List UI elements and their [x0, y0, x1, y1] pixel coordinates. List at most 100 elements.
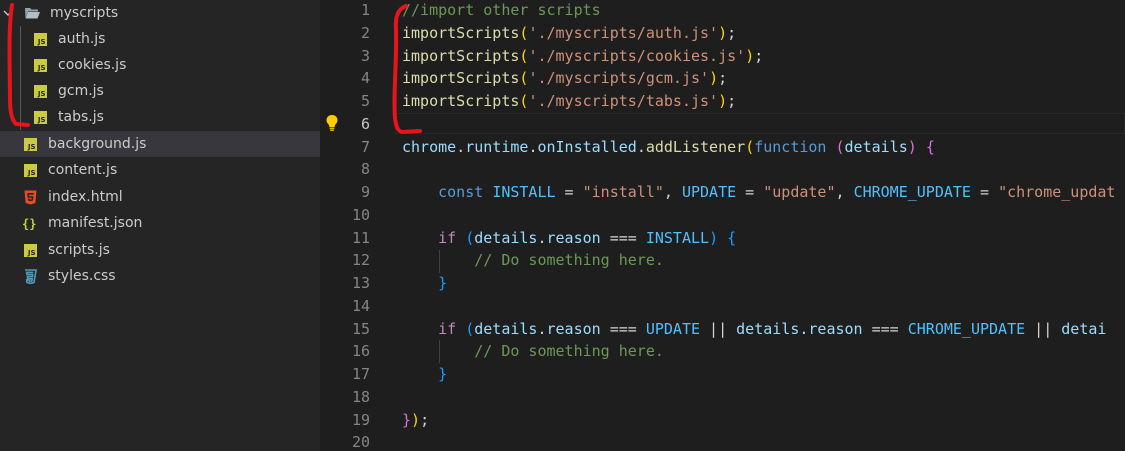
- code-line[interactable]: 1 //import other scripts: [320, 0, 1125, 22]
- file-auth-js[interactable]: JS auth.js: [0, 26, 320, 52]
- code-line[interactable]: 9 const INSTALL = "install", UPDATE = "u…: [320, 181, 1125, 204]
- code-line[interactable]: 10: [320, 204, 1125, 227]
- folder-myscripts[interactable]: myscripts: [0, 0, 320, 26]
- code-line[interactable]: 7 chrome.runtime.onInstalled.addListener(…: [320, 136, 1125, 159]
- line-number: 2: [360, 24, 370, 42]
- code-line[interactable]: 4 importScripts('./myscripts/gcm.js');: [320, 67, 1125, 90]
- line-number: 10: [351, 206, 370, 224]
- code-editor[interactable]: 1//import other scripts 2 importScripts('.…: [320, 0, 1125, 451]
- code-token: ): [709, 229, 719, 247]
- json-file-icon: {}: [22, 215, 38, 231]
- line-number: 5: [360, 92, 370, 110]
- line-number: 13: [351, 274, 370, 292]
- code-token: if: [438, 320, 457, 338]
- line-number: 7: [360, 138, 370, 156]
- code-token: {: [925, 138, 935, 156]
- code-text: }: [402, 363, 447, 386]
- code-line[interactable]: 15 if (details.reason === UPDATE || deta…: [320, 318, 1125, 341]
- code-token: }: [438, 365, 448, 383]
- code-text: importScripts('./myscripts/tabs.js');: [402, 90, 736, 113]
- code-line[interactable]: 13 }: [320, 272, 1125, 295]
- code-token: if: [438, 229, 457, 247]
- code-token: reason: [546, 229, 601, 247]
- code-token: importScripts: [402, 24, 520, 42]
- file-background-js[interactable]: JS background.js: [0, 131, 320, 157]
- code-token: "update": [763, 183, 836, 201]
- code-token: (: [465, 320, 475, 338]
- code-text: //import other scripts: [402, 0, 601, 22]
- code-token: "install": [582, 183, 664, 201]
- code-token: addListener: [645, 138, 746, 156]
- file-label: scripts.js: [48, 242, 110, 258]
- code-line[interactable]: 17 }: [320, 363, 1125, 386]
- code-line[interactable]: 14: [320, 295, 1125, 318]
- code-line[interactable]: 16 // Do something here.: [320, 340, 1125, 363]
- code-line[interactable]: 20: [320, 431, 1125, 451]
- code-line[interactable]: 5 importScripts('./myscripts/tabs.js');: [320, 90, 1125, 113]
- code-line[interactable]: 12 // Do something here.: [320, 249, 1125, 272]
- javascript-file-icon: JS: [32, 83, 48, 99]
- file-scripts-js[interactable]: JS scripts.js: [0, 237, 320, 263]
- javascript-file-icon: JS: [32, 57, 48, 73]
- code-token: .: [537, 229, 547, 247]
- code-line[interactable]: 6: [320, 113, 1125, 136]
- line-number: 20: [351, 433, 370, 451]
- code-line[interactable]: 18: [320, 386, 1125, 409]
- html-file-icon: [22, 189, 38, 205]
- code-text: // Do something here.: [402, 340, 664, 363]
- code-token: CHROME_UPDATE: [853, 183, 971, 201]
- chevron-down-icon[interactable]: [2, 7, 14, 19]
- file-label: cookies.js: [58, 57, 127, 73]
- line-number: 17: [351, 365, 370, 383]
- javascript-file-icon: JS: [32, 109, 48, 125]
- code-token: (: [835, 138, 845, 156]
- code-token: UPDATE: [645, 320, 701, 338]
- file-tabs-js[interactable]: JS tabs.js: [0, 104, 320, 130]
- file-manifest-json[interactable]: {} manifest.json: [0, 210, 320, 236]
- line-number: 11: [351, 229, 370, 247]
- code-token: reason: [546, 320, 601, 338]
- file-label: tabs.js: [58, 109, 104, 125]
- line-number: 9: [360, 183, 370, 201]
- file-content-js[interactable]: JS content.js: [0, 157, 320, 183]
- file-label: content.js: [48, 162, 118, 178]
- code-token: CHROME_UPDATE: [907, 320, 1026, 338]
- code-token: './myscripts/tabs.js': [528, 92, 719, 110]
- file-styles-css[interactable]: styles.css: [0, 263, 320, 289]
- code-token: ;: [727, 24, 737, 42]
- code-text: importScripts('./myscripts/gcm.js');: [402, 67, 727, 90]
- code-line[interactable]: 11 if (details.reason === INSTALL) {: [320, 227, 1125, 250]
- code-token: details: [736, 320, 800, 338]
- code-token: =: [970, 183, 999, 201]
- code-text: });: [402, 409, 429, 432]
- code-token: details: [474, 229, 538, 247]
- file-gcm-js[interactable]: JS gcm.js: [0, 78, 320, 104]
- code-line[interactable]: 19});: [320, 409, 1125, 432]
- file-cookies-js[interactable]: JS cookies.js: [0, 52, 320, 78]
- lightbulb-icon[interactable]: [324, 114, 340, 132]
- indent-guide: [439, 250, 440, 273]
- code-token: ;: [727, 92, 737, 110]
- code-token: ): [709, 69, 719, 87]
- file-index-html[interactable]: index.html: [0, 184, 320, 210]
- code-text: importScripts('./myscripts/cookies.js');: [402, 45, 763, 68]
- code-token: function: [754, 138, 827, 156]
- code-token: (: [745, 138, 755, 156]
- code-line[interactable]: 8: [320, 158, 1125, 181]
- code-line[interactable]: 3 importScripts('./myscripts/cookies.js')…: [320, 45, 1125, 68]
- code-text: }: [402, 272, 447, 295]
- file-label: background.js: [48, 136, 147, 152]
- indent-guide: [439, 340, 440, 363]
- code-token: .: [456, 138, 466, 156]
- code-text: // Do something here.: [402, 249, 664, 272]
- code-line[interactable]: 2 importScripts('./myscripts/auth.js');: [320, 22, 1125, 45]
- code-token: ): [411, 411, 421, 429]
- line-number: 19: [351, 411, 370, 429]
- code-token: =: [736, 183, 764, 201]
- code-token: const: [438, 183, 484, 201]
